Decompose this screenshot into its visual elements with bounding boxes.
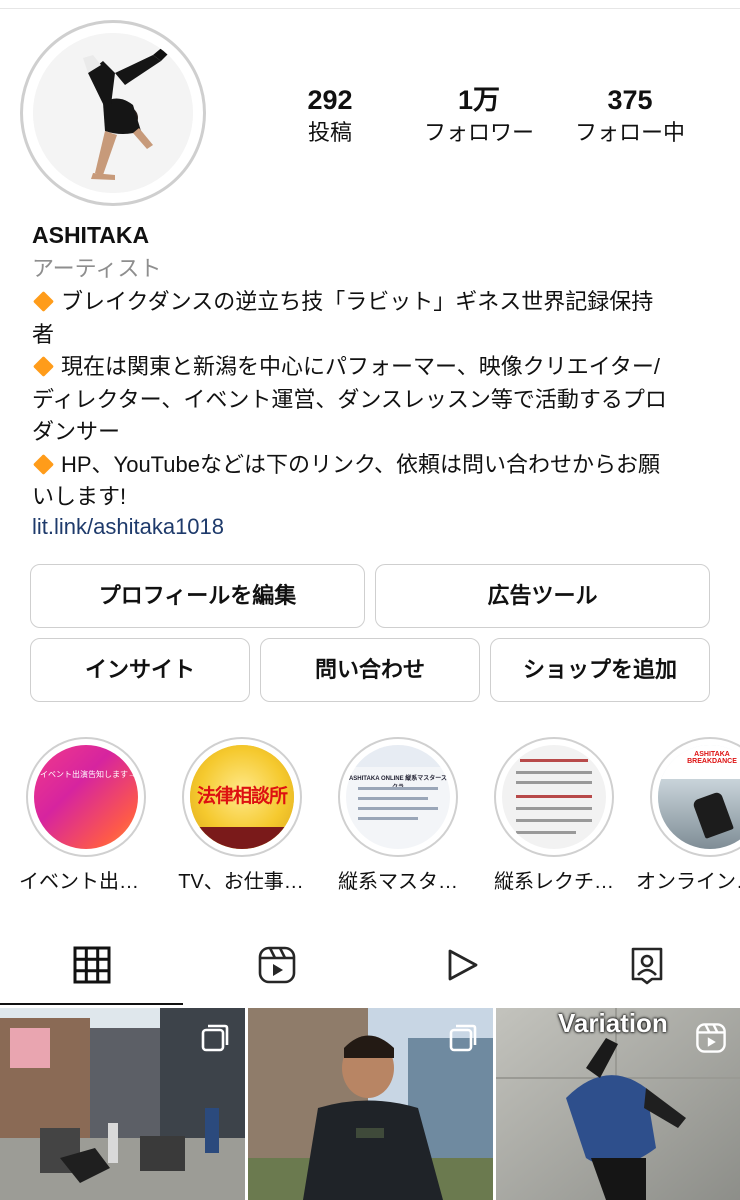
top-divider (0, 8, 740, 9)
post-thumbnail[interactable]: Variation (496, 1008, 740, 1200)
tab-videos[interactable] (370, 935, 555, 1005)
highlight-masters[interactable]: ASHITAKA ONLINE 縦系マスターズクラ 縦系マスタ… (326, 737, 466, 897)
tab-reels[interactable] (185, 935, 370, 1005)
profile-stats: 292 投稿 1万 フォロワー 375 フォロー中 (270, 84, 720, 154)
highlight-tv[interactable]: 法律相談所 TV、お仕事… (170, 737, 310, 897)
following-label: フォロー中 (574, 120, 685, 145)
tab-posts[interactable] (0, 935, 185, 1005)
edit-profile-button[interactable]: プロフィールを編集 (30, 564, 365, 628)
bio-line: 現在は関東と新潟を中心にパフォーマー、映像クリエイター/ (32, 351, 722, 384)
highlight-caption: 縦系マスタ… (338, 871, 458, 893)
highlight-caption: オンライン… (636, 871, 740, 893)
insights-button[interactable]: インサイト (30, 638, 250, 702)
contact-button[interactable]: 問い合わせ (260, 638, 480, 702)
highlight-cover: ASHITAKA BREAKDANCE (650, 737, 740, 857)
play-icon (448, 949, 478, 981)
highlight-cover: 法律相談所 (182, 737, 302, 857)
highlight-cover-text: ASHITAKA BREAKDANCE (687, 751, 737, 765)
grid-icon (73, 946, 111, 984)
highlight-caption: 縦系レクチ… (494, 871, 614, 893)
bio-line: いします! (32, 484, 127, 509)
tab-tagged[interactable] (555, 935, 740, 1005)
followers-label: フォロワー (423, 120, 534, 145)
profile-bio: ブレイクダンスの逆立ち技「ラビット」ギネス世界記録保持 者 現在は関東と新潟を中… (32, 286, 722, 514)
active-tab-indicator (0, 1003, 183, 1005)
following-count: 375 (607, 85, 653, 115)
highlight-cover (494, 737, 614, 857)
highlight-cover-text: 法律相談所 (196, 786, 288, 807)
posts-count: 292 (307, 85, 353, 115)
bio-line: 者 (32, 321, 55, 347)
reels-icon (696, 1023, 726, 1053)
reels-icon (258, 946, 296, 984)
carousel-icon (201, 1024, 229, 1052)
orange-diamond-icon (33, 291, 54, 312)
highlight-cover: ASHITAKA ONLINE 縦系マスターズクラ (338, 737, 458, 857)
profile-avatar[interactable] (20, 20, 206, 206)
followers-count: 1万 (457, 85, 501, 115)
bio-line: ディレクター、イベント運営、ダンスレッスン等で活動するプロ (32, 386, 667, 412)
post-thumbnail[interactable] (0, 1008, 245, 1200)
stat-posts[interactable]: 292 投稿 (255, 84, 405, 150)
bio-line: HP、YouTubeなどは下のリンク、依頼は問い合わせからお願 (32, 449, 722, 482)
highlight-events[interactable]: イベント出演告知します→ イベント出… (14, 737, 154, 897)
orange-diamond-icon (33, 356, 54, 377)
highlight-cover: イベント出演告知します→ (26, 737, 146, 857)
bio-line: ダンサー (32, 419, 121, 444)
highlight-lecture[interactable]: 縦系レクチ… (482, 737, 622, 897)
highlight-online[interactable]: ASHITAKA BREAKDANCE オンライン… (636, 737, 740, 897)
orange-diamond-icon (33, 453, 54, 475)
avatar (33, 33, 193, 193)
bio-line: ブレイクダンスの逆立ち技「ラビット」ギネス世界記録保持 (32, 286, 722, 319)
profile-link[interactable]: lit.link/ashitaka1018 (32, 512, 224, 542)
profile-category: アーティスト (32, 256, 162, 281)
post-overlay-text: Variation (558, 1008, 668, 1038)
post-thumbnail[interactable] (248, 1008, 493, 1200)
stat-followers[interactable]: 1万 フォロワー (404, 84, 554, 150)
profile-username: ASHITAKA (32, 222, 150, 248)
tagged-icon (631, 947, 663, 985)
add-shop-button[interactable]: ショップを追加 (490, 638, 710, 702)
ad-tools-button[interactable]: 広告ツール (375, 564, 710, 628)
highlight-caption: TV、お仕事… (178, 871, 304, 893)
highlight-caption: イベント出… (19, 871, 139, 893)
stat-following[interactable]: 375 フォロー中 (555, 84, 705, 150)
posts-label: 投稿 (307, 120, 352, 145)
carousel-icon (449, 1024, 477, 1052)
highlight-cover-text: イベント出演告知します→ (40, 770, 136, 779)
